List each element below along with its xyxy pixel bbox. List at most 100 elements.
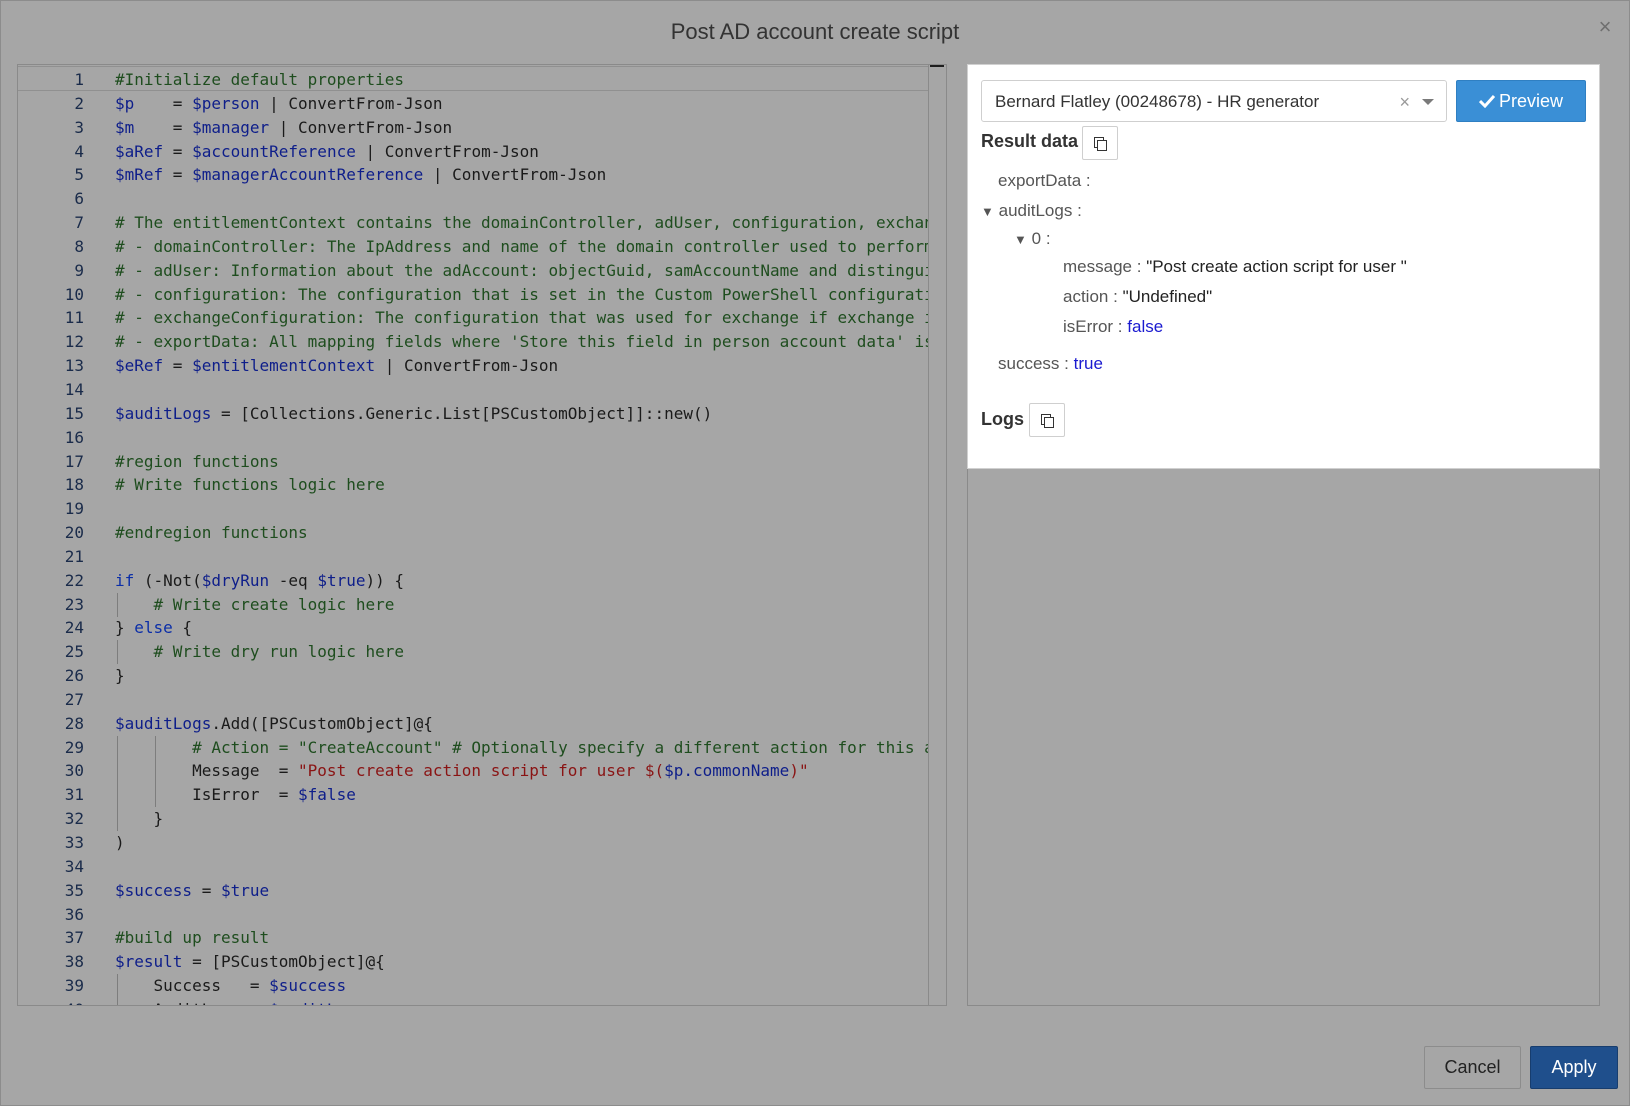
line-number: 28	[64, 713, 84, 733]
line-number: 24	[64, 618, 84, 638]
code-line[interactable]: $aRef = $accountReference | ConvertFrom-…	[115, 140, 928, 164]
code-line[interactable]: # - exchangeConfiguration: The configura…	[115, 306, 928, 330]
scrollbar-thumb[interactable]	[930, 65, 944, 67]
line-number: 25	[64, 642, 84, 662]
line-number: 10	[64, 284, 84, 304]
code-line[interactable]: Success = $success	[115, 974, 928, 998]
code-line[interactable]: # Write dry run logic here	[115, 640, 928, 664]
script-editor[interactable]: 1 2 3 4 5 6 7 8 9 10 11 12 13 14 15 16 17 18 19 20 21 22 23 24 2…	[17, 64, 947, 1006]
code-line[interactable]: $mRef = $managerAccountReference | Conve…	[115, 163, 928, 187]
line-number: 13	[64, 356, 84, 376]
preview-button-label: Preview	[1498, 91, 1564, 111]
code-line[interactable]	[115, 497, 928, 521]
person-select[interactable]: Bernard Flatley (00248678) - HR generato…	[981, 80, 1447, 122]
code-line[interactable]: $m = $manager | ConvertFrom-Json	[115, 116, 928, 140]
code-line[interactable]: }	[115, 664, 928, 688]
line-number: 37	[64, 928, 84, 948]
line-number: 21	[64, 546, 84, 566]
code-line[interactable]: # The entitlementContext contains the do…	[115, 211, 928, 235]
code-line[interactable]: # Write create logic here	[115, 593, 928, 617]
code-line[interactable]: # Action = "CreateAccount" # Optionally …	[115, 736, 928, 760]
code-line[interactable]: $p = $person | ConvertFrom-Json	[115, 92, 928, 116]
line-number: 16	[64, 427, 84, 447]
line-number: 35	[64, 880, 84, 900]
code-line[interactable]	[115, 187, 928, 211]
line-number: 8	[74, 236, 84, 256]
line-number: 12	[64, 332, 84, 352]
line-number: 26	[64, 666, 84, 686]
code-line[interactable]	[115, 545, 928, 569]
code-line[interactable]: #Initialize default properties	[115, 68, 928, 92]
apply-button[interactable]: Apply	[1530, 1046, 1618, 1089]
code-line[interactable]: # - adUser: Information about the adAcco…	[115, 259, 928, 283]
clear-icon[interactable]: ×	[1399, 81, 1410, 123]
line-number: 22	[64, 570, 84, 590]
line-number: 38	[64, 952, 84, 972]
line-number: 1	[74, 70, 84, 89]
line-number: 30	[64, 761, 84, 781]
line-number-gutter: 1 2 3 4 5 6 7 8 9 10 11 12 13 14 15 16 17 18 19 20 21 22 23 24 2…	[18, 68, 84, 1005]
tree-node-message: message : "Post create action script for…	[1063, 257, 1407, 276]
cancel-button[interactable]: Cancel	[1424, 1046, 1521, 1089]
editor-scrollbar[interactable]	[928, 65, 946, 1005]
code-line[interactable]: } else {	[115, 616, 928, 640]
dialog: Post AD account create script × 12345678…	[0, 0, 1630, 1106]
copy-result-button[interactable]	[1082, 126, 1118, 160]
code-line[interactable]: # - exportData: All mapping fields where…	[115, 330, 928, 354]
code-line[interactable]	[115, 426, 928, 450]
code-line[interactable]: if (-Not($dryRun -eq $true)) {	[115, 569, 928, 593]
line-number: 31	[64, 785, 84, 805]
code-line[interactable]: $eRef = $entitlementContext | ConvertFro…	[115, 354, 928, 378]
tree-node-index-0[interactable]: ▼ 0 :	[1014, 229, 1051, 249]
tree-node-auditlogs[interactable]: ▼ auditLogs :	[981, 201, 1082, 221]
preview-button[interactable]: Preview	[1456, 80, 1586, 122]
code-line[interactable]: #endregion functions	[115, 521, 928, 545]
tree-node-exportdata: exportData :	[998, 171, 1091, 190]
close-icon[interactable]: ×	[1593, 15, 1617, 39]
line-number: 29	[64, 737, 84, 757]
code-line[interactable]: $auditLogs = [Collections.Generic.List[P…	[115, 402, 928, 426]
line-number: 39	[64, 976, 84, 996]
code-line[interactable]: $success = $true	[115, 879, 928, 903]
expand-toggle-icon[interactable]: ▼	[1014, 232, 1027, 247]
code-line[interactable]: )	[115, 831, 928, 855]
code-line[interactable]: }	[115, 807, 928, 831]
line-number: 15	[64, 403, 84, 423]
line-number: 40	[18, 998, 84, 1005]
tree-node-iserror: isError : false	[1063, 317, 1164, 336]
line-number: 33	[64, 833, 84, 852]
line-number: 11	[64, 308, 84, 328]
dialog-title: Post AD account create script	[670, 19, 960, 44]
code-line[interactable]	[115, 903, 928, 927]
code-line[interactable]: # - configuration: The configuration tha…	[115, 283, 928, 307]
code-line[interactable]: #build up result	[115, 926, 928, 950]
line-number: 7	[74, 213, 84, 233]
expand-toggle-icon[interactable]: ▼	[981, 204, 994, 219]
code-content[interactable]: #Initialize default properties $p = $pers…	[115, 68, 928, 1005]
code-line[interactable]	[115, 855, 928, 879]
code-line[interactable]: # - domainController: The IpAddress and …	[115, 235, 928, 259]
copy-logs-button[interactable]	[1029, 403, 1065, 437]
line-number: 19	[64, 499, 84, 519]
code-line[interactable]: # Write functions logic here	[115, 473, 928, 497]
chevron-down-icon[interactable]	[1422, 99, 1434, 105]
tree-node-action: action : "Undefined"	[1063, 287, 1213, 306]
code-line[interactable]: $auditLogs.Add([PSCustomObject]@{	[115, 712, 928, 736]
line-number: 27	[64, 689, 84, 709]
indent-guide	[117, 735, 118, 832]
code-line[interactable]: Message = "Post create action script for…	[115, 759, 928, 783]
code-line[interactable]: $result = [PSCustomObject]@{	[115, 950, 928, 974]
code-line[interactable]: IsError = $false	[115, 783, 928, 807]
code-line[interactable]	[115, 378, 928, 402]
line-number: 6	[74, 189, 84, 209]
line-number: 3	[74, 117, 84, 137]
code-line[interactable]: #region functions	[115, 450, 928, 474]
check-icon	[1478, 94, 1496, 109]
line-number: 18	[64, 475, 84, 495]
logs-heading: Logs	[981, 409, 1024, 429]
indent-guide	[117, 974, 118, 1005]
code-line[interactable]: AuditLogs = $auditLogs	[115, 998, 928, 1005]
line-number: 17	[64, 451, 84, 471]
line-number: 9	[74, 260, 84, 280]
code-line[interactable]	[115, 688, 928, 712]
